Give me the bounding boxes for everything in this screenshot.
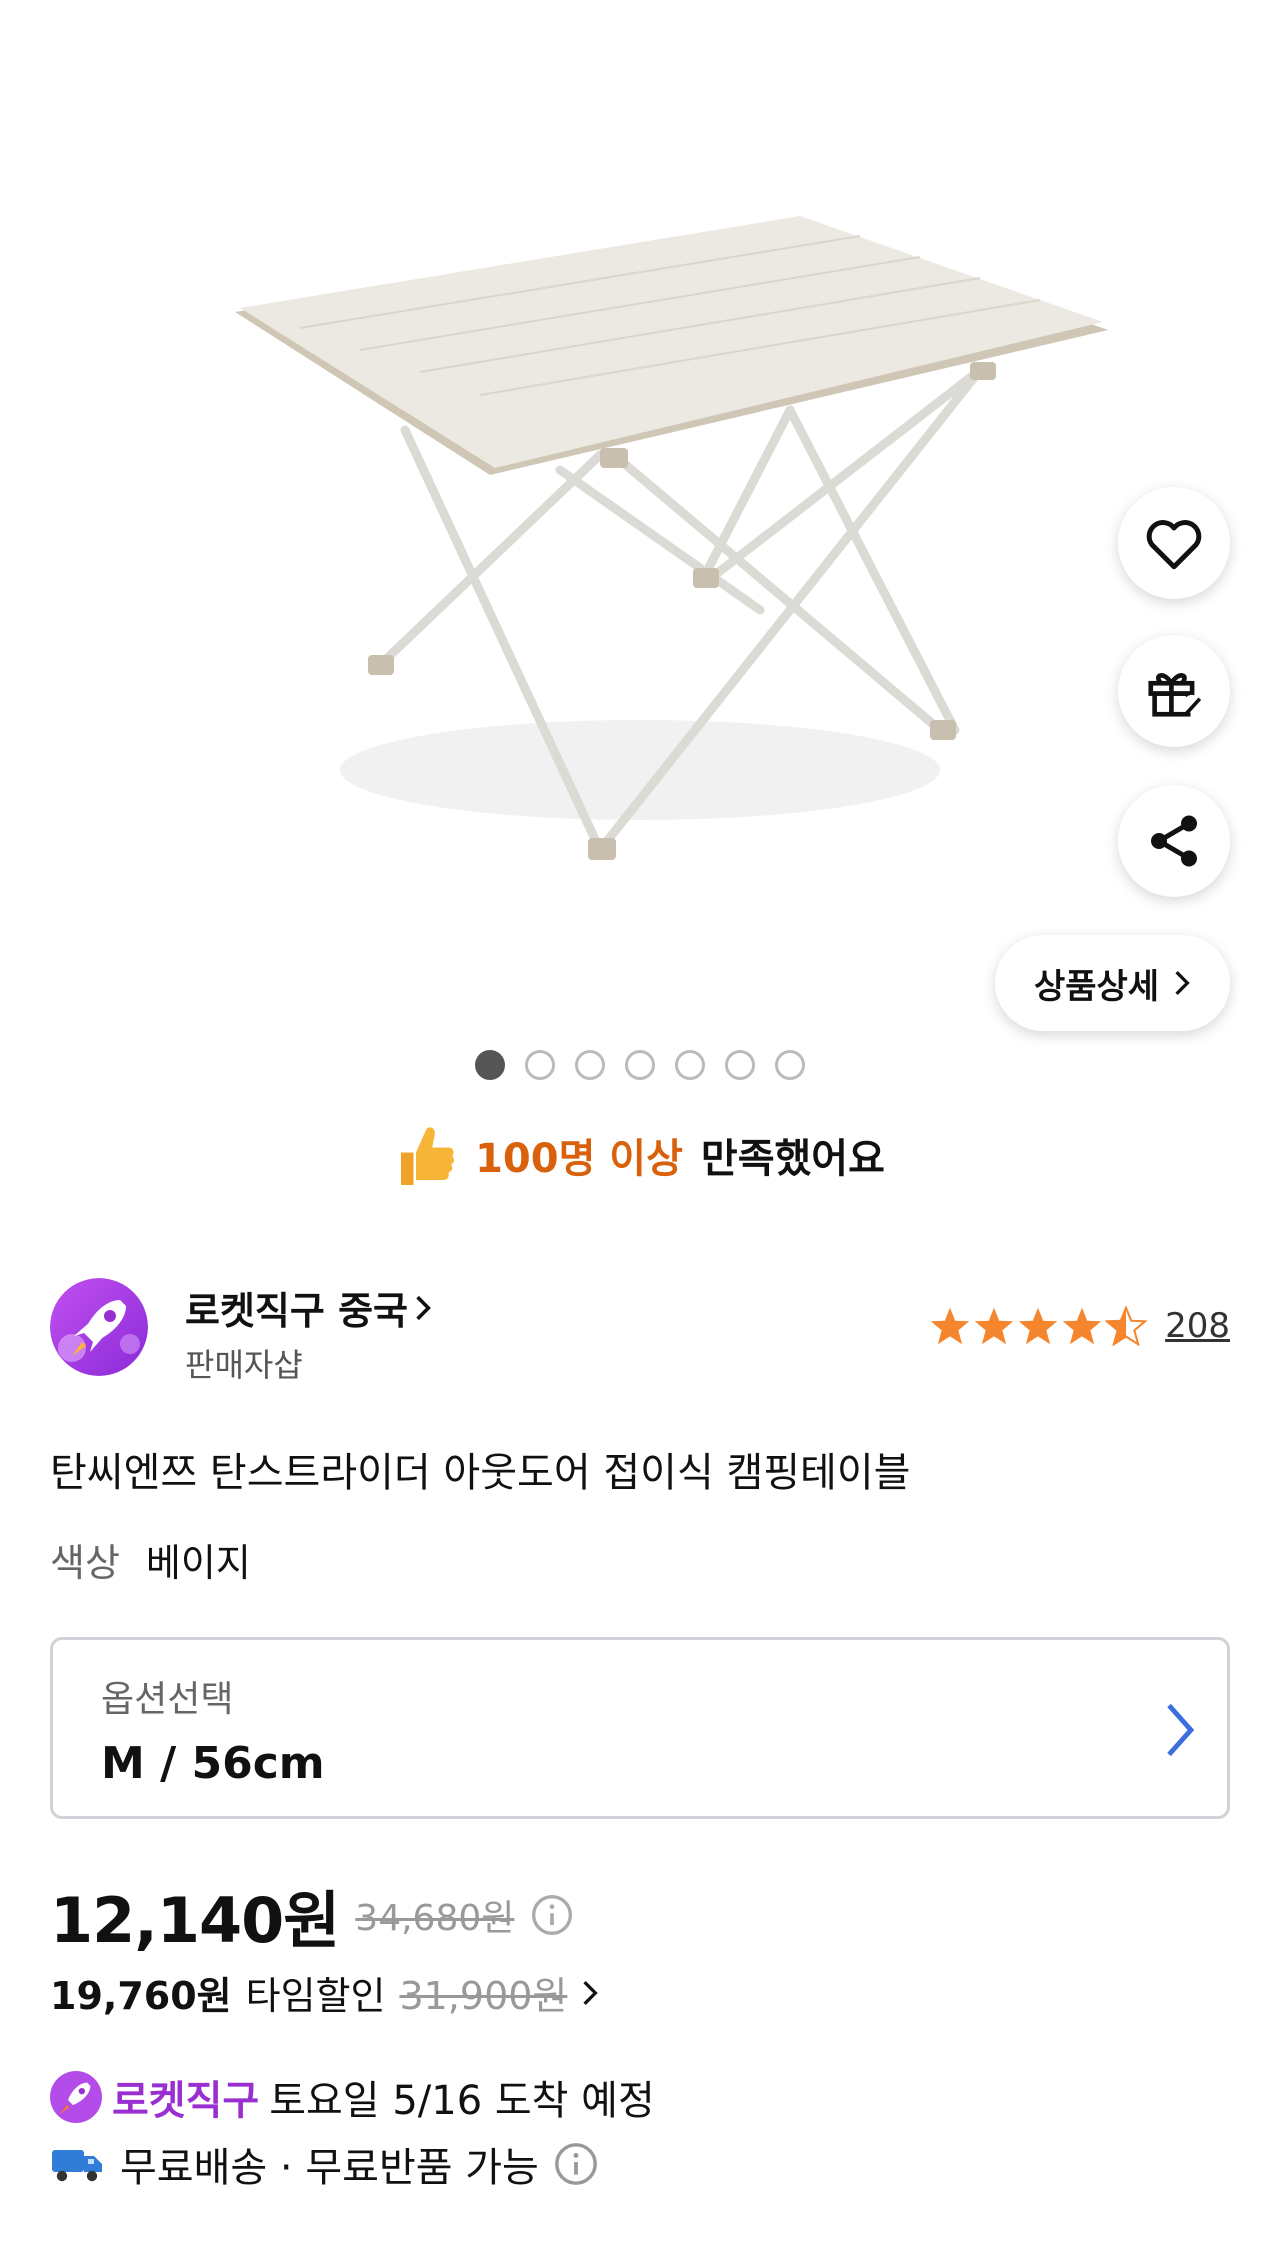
delivery-eta: 토요일 5/16 도착 예정 [269,2078,655,2124]
original-price: 34,680원 [355,1898,515,1939]
product-title: 탄씨엔쯔 탄스트라이더 아웃도어 접이식 캠핑테이블 [50,1450,911,1496]
rocket-logo-icon [50,1278,148,1376]
star-icon [930,1307,970,1345]
like-button[interactable] [1118,487,1230,599]
price-row: 12,140원 34,680원 [50,1870,574,1960]
star-icon [974,1307,1014,1345]
gallery-dot[interactable] [525,1050,555,1080]
chevron-right-icon [416,1295,431,1320]
gift-icon [1148,673,1202,717]
gallery-dot[interactable] [675,1050,705,1080]
heart-icon [1146,520,1202,570]
review-count-link[interactable]: 208 [1165,1306,1230,1346]
info-icon[interactable] [553,2141,599,2187]
gallery-dot[interactable] [775,1050,805,1080]
shipping-info: 무료배송 · 무료반품 가능 [120,2145,539,2191]
product-image-gallery[interactable]: 상품상세 [0,0,1280,1040]
truck-icon [52,2150,102,2182]
chevron-right-icon [583,1980,599,2005]
option-value: M / 56cm [101,1738,325,1789]
gallery-dot[interactable] [625,1050,655,1080]
gallery-pagination [0,1050,1280,1080]
seller-row: 로켓직구 중국 판매자샵 208 [50,1278,1230,1384]
info-icon[interactable] [530,1893,574,1937]
option-label: 옵션선택 [101,1679,234,1720]
seller-avatar[interactable] [50,1278,148,1376]
share-button[interactable] [1118,785,1230,897]
seller-subtitle: 판매자샵 [185,1346,303,1384]
star-half-icon [1105,1306,1148,1346]
gallery-dot[interactable] [575,1050,605,1080]
chevron-right-icon [1175,971,1190,995]
time-discount-price: 19,760원 [50,1974,232,2018]
satisfaction-text: 만족했어요 [700,1136,885,1182]
color-label: 색상 [50,1541,120,1585]
product-detail-label: 상품상세 [1033,966,1160,1007]
seller-name: 로켓직구 중국 [185,1289,408,1333]
rating[interactable]: 208 [929,1306,1230,1346]
gallery-dot[interactable] [475,1050,505,1080]
option-select[interactable]: 옵션선택 M / 56cm [50,1637,1230,1819]
delivery-row: 로켓직구 토요일 5/16 도착 예정 [50,2068,655,2126]
star-icon [1018,1307,1058,1345]
gallery-dot[interactable] [725,1050,755,1080]
rocket-brand-label: 로켓직구 [112,2078,260,2124]
seller-name-link[interactable]: 로켓직구 중국 [185,1280,432,1335]
rocket-icon [50,2071,102,2123]
time-discount-row[interactable]: 19,760원 타임할인 31,900원 [50,1965,599,2020]
shipping-row: 무료배송 · 무료반품 가능 [50,2135,599,2193]
satisfaction-highlight: 100명 이상 [475,1136,683,1182]
color-row: 색상 베이지 [50,1532,251,1587]
product-image[interactable] [0,0,1280,1040]
product-detail-button[interactable]: 상품상세 [995,935,1230,1031]
star-icon [1062,1307,1102,1345]
share-icon [1151,815,1197,867]
sale-price: 12,140원 [50,1884,340,1957]
satisfaction-banner: 100명 이상 만족했어요 [0,1120,1280,1190]
thumbs-up-icon [401,1127,455,1185]
gift-button[interactable] [1118,635,1230,747]
chevron-right-icon [1167,1703,1195,1757]
color-value: 베이지 [145,1541,251,1585]
time-discount-label: 타임할인 [245,1974,386,2018]
rating-stars [929,1306,1148,1346]
time-discount-original: 31,900원 [399,1974,568,2018]
